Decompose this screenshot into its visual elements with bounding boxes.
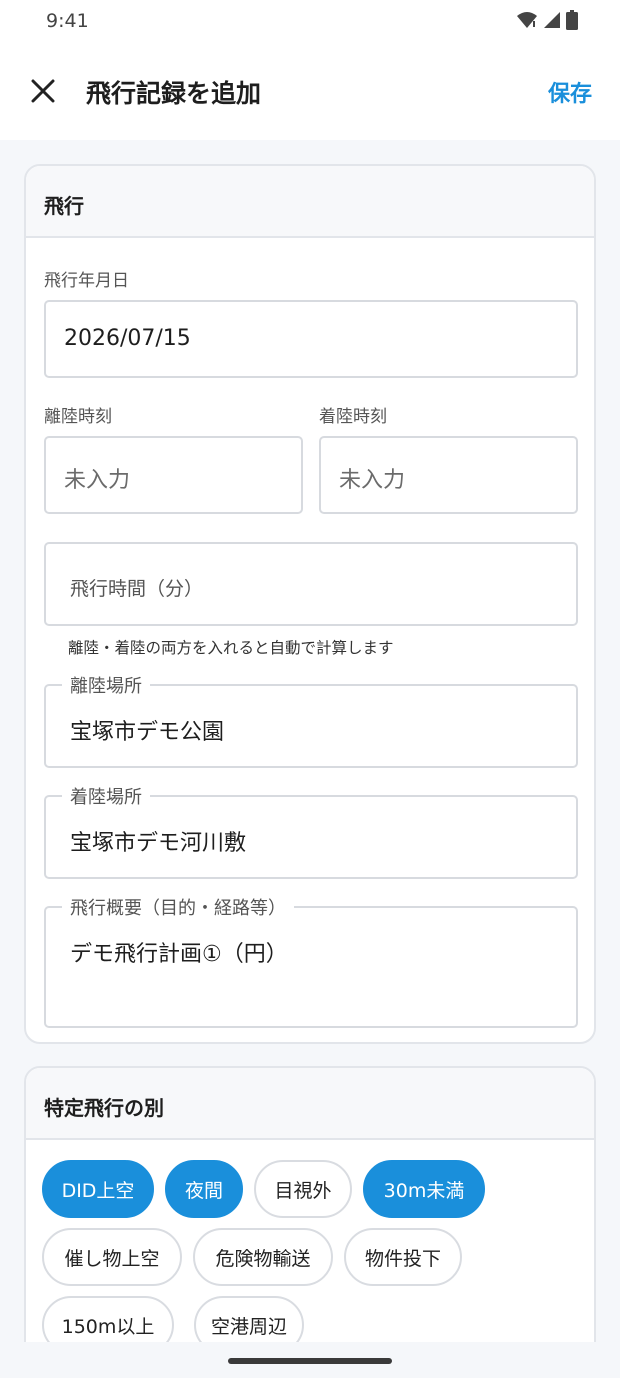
close-icon [31,79,55,103]
chip-label: DID上空 [61,1179,135,1202]
duration-placeholder: 飛行時間（分） [70,578,204,600]
home-handle[interactable] [228,1358,392,1364]
landing-place-label: 着陸場所 [62,783,150,809]
duration-helper-text: 離陸・着陸の両方を入れると自動で計算します [68,639,394,657]
chip-label: 危険物輸送 [215,1247,311,1270]
chip-label: 目視外 [274,1179,332,1202]
landing-place-field[interactable]: 着陸場所 宝塚市デモ河川敷 [44,783,578,879]
date-value: 2026/07/15 [64,326,191,351]
app-bar: 飛行記録を追加 保存 [0,44,620,140]
chip-bvlos[interactable]: 目視外 [254,1160,352,1218]
close-button[interactable] [24,72,62,110]
duration-field[interactable]: 飛行時間（分） [44,542,578,626]
chip-night[interactable]: 夜間 [165,1160,243,1218]
gesture-nav-bar [0,1342,620,1378]
save-button[interactable]: 保存 [548,76,592,108]
chip-label: 空港周辺 [210,1315,287,1338]
chip-label: 30m未満 [383,1179,465,1202]
takeoff-place-field[interactable]: 離陸場所 宝塚市デモ公園 [44,672,578,768]
takeoff-time-field[interactable]: 未入力 [44,436,303,514]
chip-did[interactable]: DID上空 [42,1160,154,1218]
wifi-icon [517,12,537,28]
date-field[interactable]: 2026/07/15 [44,300,578,378]
page-title: 飛行記録を追加 [86,79,262,108]
takeoff-place-value: 宝塚市デモ公園 [70,720,225,745]
landing-time-placeholder: 未入力 [339,468,406,493]
chip-label: 150m以上 [61,1315,155,1338]
landing-place-value: 宝塚市デモ河川敷 [70,831,247,856]
landing-time-label: 着陸時刻 [319,407,387,427]
summary-label: 飛行概要（目的・経路等） [62,894,294,920]
flight-section-header: 飛行 [26,166,594,238]
takeoff-place-label: 離陸場所 [62,672,150,698]
landing-time-field[interactable]: 未入力 [319,436,578,514]
chip-event[interactable]: 催し物上空 [42,1228,182,1286]
chip-label: 催し物上空 [64,1247,160,1270]
status-bar: 9:41 [0,0,620,44]
battery-icon [566,10,578,30]
chip-label: 夜間 [184,1179,223,1202]
status-icons [516,10,578,30]
summary-field[interactable]: 飛行概要（目的・経路等） デモ飛行計画①（円） [44,894,578,1028]
takeoff-time-label: 離陸時刻 [44,407,112,427]
cellular-signal-icon [544,12,560,28]
takeoff-time-placeholder: 未入力 [64,468,131,493]
chip-label: 物件投下 [364,1247,441,1270]
chip-under-30m[interactable]: 30m未満 [363,1160,485,1218]
flight-card: 飛行 飛行年月日 2026/07/15 離陸時刻 未入力 着陸時刻 未入力 飛行… [24,164,596,1044]
chip-hazmat[interactable]: 危険物輸送 [193,1228,333,1286]
chip-drop[interactable]: 物件投下 [344,1228,462,1286]
specific-flight-card: 特定飛行の別 DID上空 夜間 目視外 30m未満 催し物上空 危険物輸送 物件… [24,1066,596,1378]
summary-value: デモ飛行計画①（円） [70,942,288,967]
date-label: 飛行年月日 [44,271,129,291]
status-time: 9:41 [46,10,89,32]
specific-flight-section-header: 特定飛行の別 [26,1068,594,1140]
